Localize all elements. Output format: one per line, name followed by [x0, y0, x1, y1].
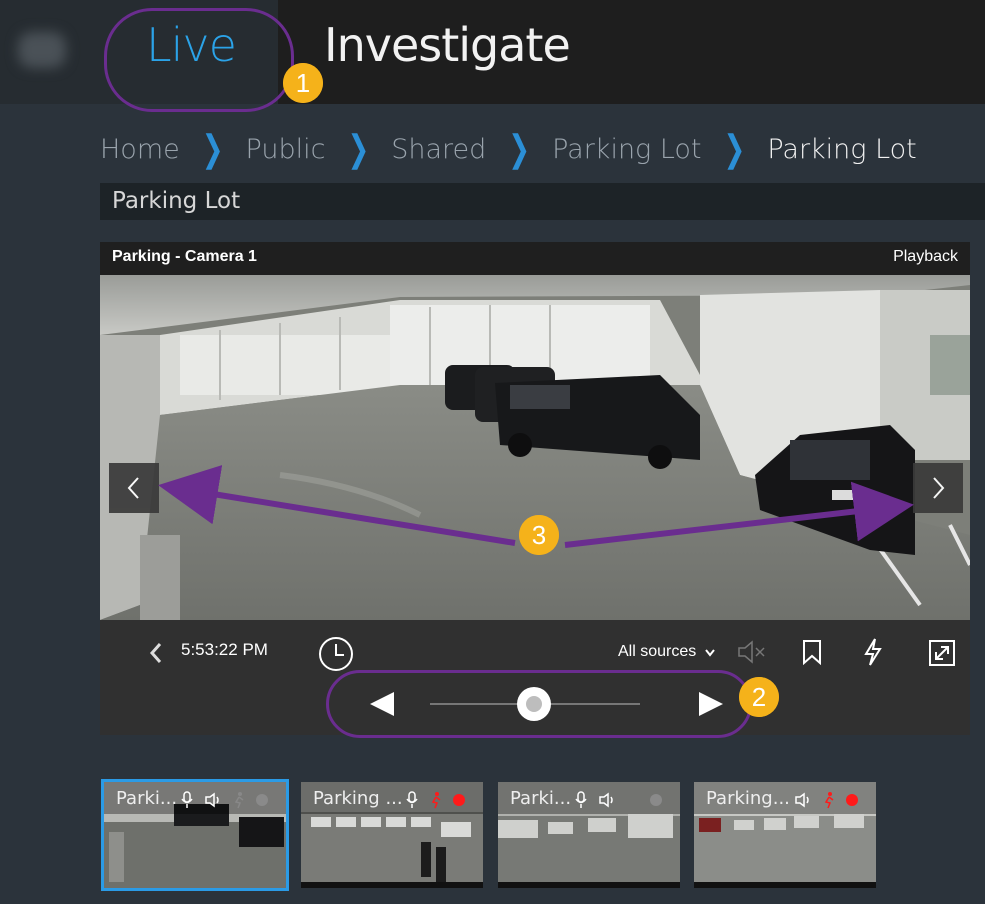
recording-indicator	[650, 794, 662, 806]
thumbnail-status-icons	[405, 791, 465, 809]
speaker-icon	[795, 792, 809, 808]
camera-thumbnail-3[interactable]: Parki...	[498, 782, 680, 888]
recording-indicator	[453, 794, 465, 806]
thumbnail-bottom-strip	[301, 882, 483, 888]
thumbnail-status-icons	[794, 791, 858, 809]
callout-badge-3: 3	[519, 515, 559, 555]
thumbnail-label: Parki...	[116, 788, 178, 809]
microphone-icon	[406, 791, 418, 808]
thumbnail-status-icons	[574, 791, 662, 809]
microphone-icon	[575, 791, 587, 808]
thumbnail-label: Parking ...	[313, 788, 403, 809]
speaker-icon	[599, 792, 613, 808]
camera-thumbnail-4[interactable]: Parking...	[694, 782, 876, 888]
recording-indicator	[846, 794, 858, 806]
camera-thumbnail-2[interactable]: Parking ...	[301, 782, 483, 888]
thumbnail-label: Parki...	[510, 788, 572, 809]
microphone-icon	[181, 791, 193, 808]
camera-thumbnail-1[interactable]: Parki...	[101, 779, 289, 891]
motion-icon	[431, 792, 441, 809]
speaker-icon	[205, 792, 219, 808]
thumbnail-bottom-strip	[694, 882, 876, 888]
recording-indicator	[256, 794, 268, 806]
motion-icon	[234, 792, 244, 809]
thumbnail-bottom-strip	[498, 882, 680, 888]
thumbnail-status-icons	[180, 791, 268, 809]
thumbnail-label: Parking...	[706, 788, 790, 809]
motion-icon	[824, 792, 834, 809]
callout-arrows	[158, 465, 914, 548]
